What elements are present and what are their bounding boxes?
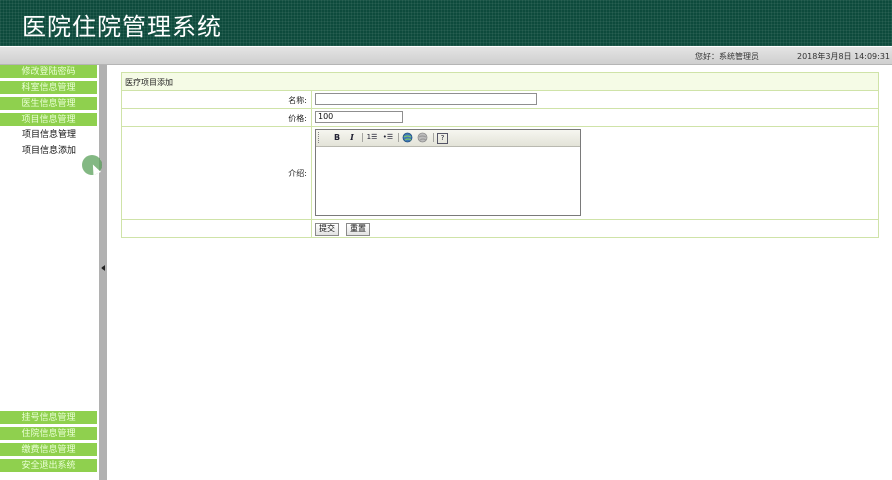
unordered-list-button[interactable]: •☰ xyxy=(382,132,394,143)
menu-department-management[interactable]: 科室信息管理 xyxy=(0,81,97,95)
insert-link-button[interactable] xyxy=(402,132,413,143)
intro-row: 介绍: B I 1☰ •☰ ? xyxy=(122,127,878,220)
name-row: 名称: xyxy=(122,91,878,109)
globe-link-icon xyxy=(402,132,413,143)
current-datetime: 2018年3月8日 14:09:31 xyxy=(797,52,891,61)
help-button[interactable]: ? xyxy=(437,133,448,144)
toolbar-grip-icon xyxy=(318,132,323,143)
price-label: 价格: xyxy=(288,114,307,123)
menu-change-password[interactable]: 修改登陆密码 xyxy=(0,65,97,79)
remove-link-button[interactable] xyxy=(417,132,428,143)
name-label-cell: 名称: xyxy=(122,91,312,108)
user-greeting: 您好：系统管理员 xyxy=(695,52,759,61)
italic-button[interactable]: I xyxy=(347,132,357,143)
menu-doctor-management[interactable]: 医生信息管理 xyxy=(0,97,97,111)
actions-label-cell xyxy=(122,220,312,237)
name-input[interactable] xyxy=(315,93,537,105)
sidebar-splitter[interactable] xyxy=(99,65,107,480)
price-row: 价格: 100 xyxy=(122,109,878,127)
bold-button[interactable]: B xyxy=(332,132,342,143)
menu-item-management[interactable]: 项目信息管理 xyxy=(0,113,97,127)
medical-item-form: 医疗项目添加 名称: 价格: 100 介绍: B I 1☰ •☰ ? 提交 重置 xyxy=(121,72,879,238)
form-title: 医疗项目添加 xyxy=(125,78,173,87)
submit-button[interactable]: 提交 xyxy=(315,223,339,236)
status-bar: 您好：系统管理员 2018年3月8日 14:09:31 xyxy=(0,46,892,65)
app-title: 医院住院管理系统 xyxy=(22,13,222,41)
editor-toolbar: B I 1☰ •☰ ? xyxy=(316,130,580,147)
sidebar-menu: 修改登陆密码 科室信息管理 医生信息管理 项目信息管理 项目信息管理 项目信息添… xyxy=(0,65,99,480)
price-input[interactable]: 100 xyxy=(315,111,403,123)
name-label: 名称: xyxy=(288,96,307,105)
ordered-list-button[interactable]: 1☰ xyxy=(366,132,378,143)
actions-row: 提交 重置 xyxy=(122,220,878,237)
intro-label-cell: 介绍: xyxy=(122,127,312,219)
toolbar-separator xyxy=(433,133,434,142)
toolbar-separator xyxy=(398,133,399,142)
submenu-item-list[interactable]: 项目信息管理 xyxy=(22,129,76,141)
menu-registration-management[interactable]: 挂号信息管理 xyxy=(0,411,97,425)
menu-inpatient-management[interactable]: 住院信息管理 xyxy=(0,427,97,441)
rich-text-editor[interactable]: B I 1☰ •☰ ? xyxy=(315,129,581,216)
app-header: 医院住院管理系统 xyxy=(0,0,892,46)
price-label-cell: 价格: xyxy=(122,109,312,126)
collapse-arrow-icon[interactable] xyxy=(101,265,105,271)
intro-label: 介绍: xyxy=(288,169,307,178)
toolbar-separator xyxy=(362,133,363,142)
menu-logout[interactable]: 安全退出系统 xyxy=(0,459,97,473)
menu-payment-management[interactable]: 缴费信息管理 xyxy=(0,443,97,457)
submenu-item-add[interactable]: 项目信息添加 xyxy=(22,145,76,157)
unlink-icon xyxy=(417,132,428,143)
form-title-bar: 医疗项目添加 xyxy=(122,73,878,91)
reset-button[interactable]: 重置 xyxy=(346,223,370,236)
